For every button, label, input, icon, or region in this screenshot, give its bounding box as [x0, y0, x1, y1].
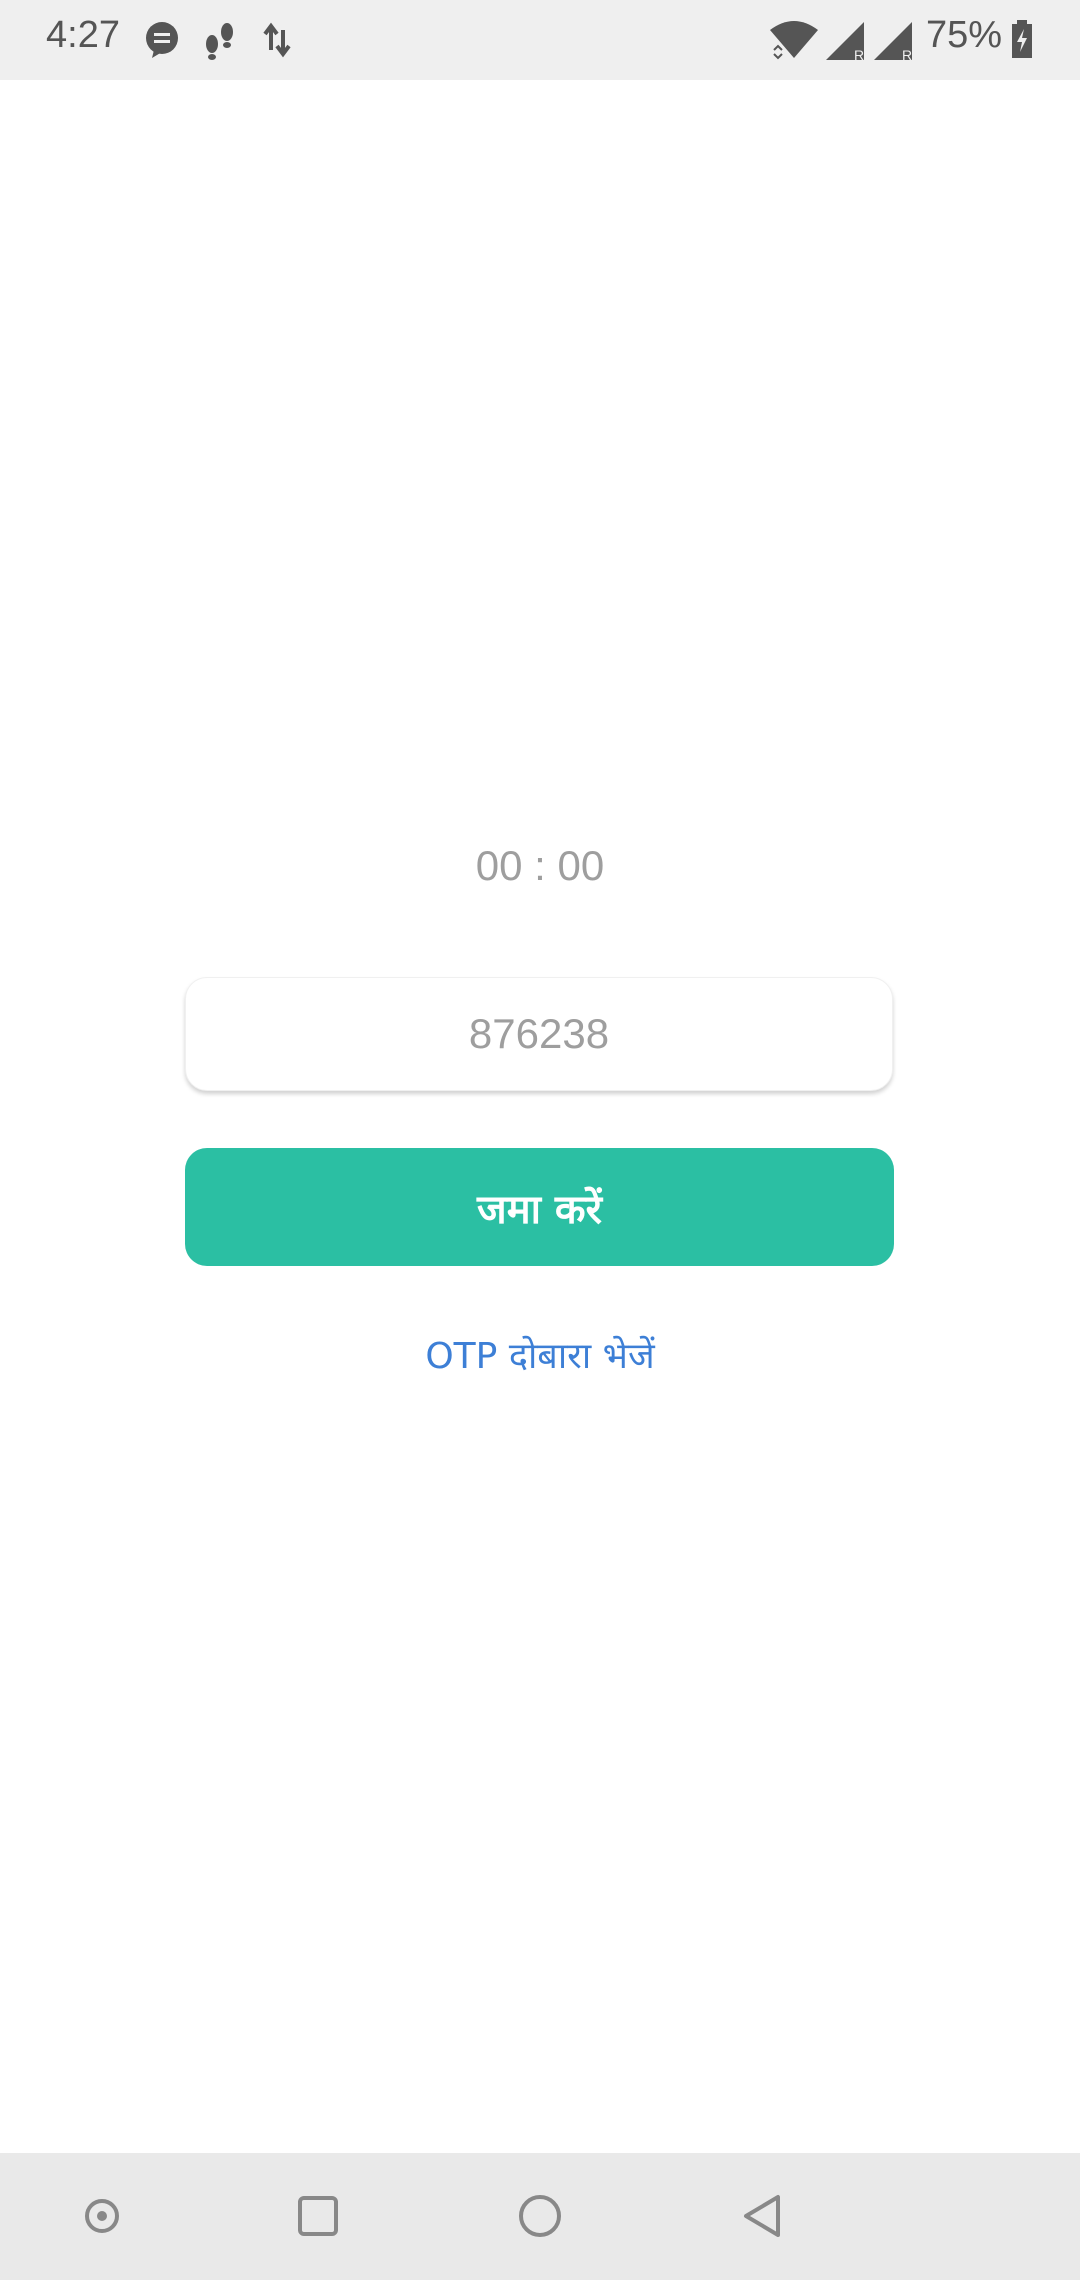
svg-text:R: R: [902, 47, 912, 62]
recents-icon[interactable]: [283, 2181, 353, 2251]
battery-percent: 75%: [926, 14, 1003, 56]
wifi-icon: [768, 20, 820, 65]
home-icon[interactable]: [505, 2181, 575, 2251]
otp-input-field[interactable]: [185, 977, 893, 1091]
status-bar: 4:27 R R 75%: [0, 0, 1080, 80]
resend-otp-link[interactable]: OTP दोबारा भेजें: [0, 1330, 1080, 1379]
signal-roaming-icon-2: R: [872, 20, 916, 67]
navigation-bar: [0, 2153, 1080, 2280]
countdown-timer: 00 : 00: [475, 842, 605, 889]
chat-bubble-icon: [144, 20, 180, 65]
footsteps-icon: [200, 20, 240, 65]
battery-charging-icon: [1010, 20, 1034, 65]
otp-input[interactable]: [186, 978, 892, 1090]
data-transfer-icon: [262, 20, 292, 65]
screen-record-icon[interactable]: [67, 2181, 137, 2251]
submit-button[interactable]: जमा करें: [185, 1148, 894, 1266]
back-icon[interactable]: [728, 2181, 798, 2251]
svg-text:R: R: [854, 47, 864, 62]
status-time: 4:27: [46, 14, 120, 56]
signal-roaming-icon: R: [824, 20, 868, 67]
